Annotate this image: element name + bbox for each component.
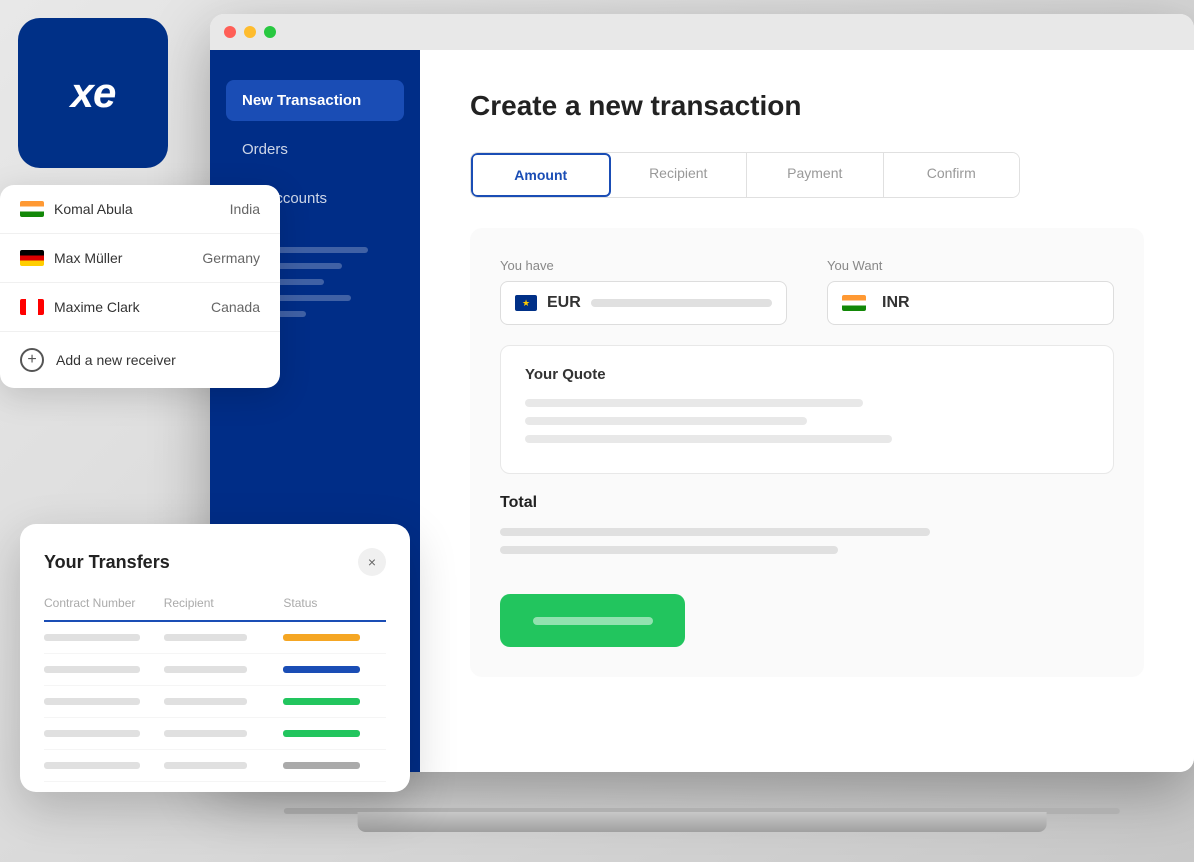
window-chrome [210, 14, 1194, 50]
table-row [44, 750, 386, 782]
recipient-bar-5 [164, 762, 248, 769]
contract-bar-2 [44, 666, 140, 673]
receiver-country-3: Canada [211, 299, 260, 315]
traffic-light-green[interactable] [264, 26, 276, 38]
total-bar-2 [500, 546, 838, 554]
td-contract-1 [44, 634, 164, 641]
currency-to-col: You Want INR [827, 258, 1114, 325]
traffic-light-yellow[interactable] [244, 26, 256, 38]
total-label: Total [500, 494, 1114, 512]
you-have-label: You have [500, 258, 787, 273]
status-bar-4 [283, 730, 360, 737]
form-section: You have ★ EUR You Want INR [470, 228, 1144, 677]
receivers-card: Komal Abula India Max Müller Germany Max… [0, 185, 280, 388]
td-status-1 [283, 634, 386, 641]
td-recipient-5 [164, 762, 284, 769]
quote-section: Your Quote [500, 345, 1114, 474]
transfers-modal: Your Transfers × Contract Number Recipie… [20, 524, 410, 792]
total-bar-1 [500, 528, 930, 536]
th-status: Status [283, 596, 386, 610]
your-quote-title: Your Quote [525, 366, 1089, 383]
recipient-bar-4 [164, 730, 248, 737]
receiver-name-3: Maxime Clark [54, 299, 211, 315]
quote-bar-2 [525, 417, 807, 425]
modal-title: Your Transfers [44, 552, 170, 573]
tab-recipient[interactable]: Recipient [611, 153, 748, 197]
xe-logo-text: xe [71, 69, 116, 117]
page-title: Create a new transaction [470, 90, 1144, 122]
tab-payment[interactable]: Payment [747, 153, 884, 197]
table-row [44, 654, 386, 686]
receiver-country-1: India [230, 201, 260, 217]
td-recipient-2 [164, 666, 284, 673]
xe-logo-card: xe [18, 18, 168, 168]
td-contract-3 [44, 698, 164, 705]
td-recipient-3 [164, 698, 284, 705]
inr-flag-icon [842, 295, 866, 311]
td-contract-4 [44, 730, 164, 737]
currency-row: You have ★ EUR You Want INR [500, 258, 1114, 325]
td-contract-2 [44, 666, 164, 673]
recipient-bar-2 [164, 666, 248, 673]
receiver-name-1: Komal Abula [54, 201, 230, 217]
td-recipient-4 [164, 730, 284, 737]
contract-bar-5 [44, 762, 140, 769]
contract-bar-1 [44, 634, 140, 641]
india-flag-icon [20, 201, 44, 217]
receiver-country-2: Germany [202, 250, 260, 266]
th-recipient: Recipient [164, 596, 284, 610]
you-want-label: You Want [827, 258, 1114, 273]
receiver-item-2[interactable]: Max Müller Germany [0, 234, 280, 283]
add-receiver-button[interactable]: + Add a new receiver [0, 332, 280, 388]
status-bar-5 [283, 762, 360, 769]
td-status-2 [283, 666, 386, 673]
th-contract: Contract Number [44, 596, 164, 610]
contract-bar-3 [44, 698, 140, 705]
tab-confirm[interactable]: Confirm [884, 153, 1020, 197]
table-row [44, 622, 386, 654]
modal-close-button[interactable]: × [358, 548, 386, 576]
status-bar-3 [283, 698, 360, 705]
add-icon: + [20, 348, 44, 372]
sidebar-item-new-transaction[interactable]: New Transaction [226, 80, 404, 121]
recipient-bar-3 [164, 698, 248, 705]
receiver-name-2: Max Müller [54, 250, 202, 266]
currency-from-input[interactable]: ★ EUR [500, 281, 787, 325]
td-status-3 [283, 698, 386, 705]
germany-flag-icon [20, 250, 44, 266]
td-status-5 [283, 762, 386, 769]
quote-bar-1 [525, 399, 863, 407]
modal-header: Your Transfers × [44, 548, 386, 576]
currency-to-code: INR [882, 294, 910, 312]
plus-icon: + [27, 352, 36, 368]
eur-flag-icon: ★ [515, 295, 537, 311]
submit-button[interactable]: Continue [500, 594, 685, 647]
step-tabs: Amount Recipient Payment Confirm [470, 152, 1020, 198]
td-contract-5 [44, 762, 164, 769]
sidebar-item-orders[interactable]: Orders [226, 129, 404, 170]
total-section: Total [500, 474, 1114, 574]
add-receiver-label: Add a new receiver [56, 352, 176, 368]
quote-bar-3 [525, 435, 892, 443]
status-bar-1 [283, 634, 360, 641]
table-header: Contract Number Recipient Status [44, 596, 386, 622]
currency-from-col: You have ★ EUR [500, 258, 787, 325]
traffic-light-red[interactable] [224, 26, 236, 38]
laptop-base [358, 812, 1047, 832]
receiver-item-3[interactable]: Maxime Clark Canada [0, 283, 280, 332]
canada-flag-icon [20, 299, 44, 315]
receiver-item-1[interactable]: Komal Abula India [0, 185, 280, 234]
amount-input-bar [591, 299, 772, 307]
currency-from-code: EUR [547, 294, 581, 312]
td-status-4 [283, 730, 386, 737]
recipient-bar-1 [164, 634, 248, 641]
main-content: Create a new transaction Amount Recipien… [420, 50, 1194, 772]
currency-to-input[interactable]: INR [827, 281, 1114, 325]
td-recipient-1 [164, 634, 284, 641]
table-row [44, 718, 386, 750]
table-row [44, 686, 386, 718]
contract-bar-4 [44, 730, 140, 737]
tab-amount[interactable]: Amount [471, 153, 611, 197]
status-bar-2 [283, 666, 360, 673]
